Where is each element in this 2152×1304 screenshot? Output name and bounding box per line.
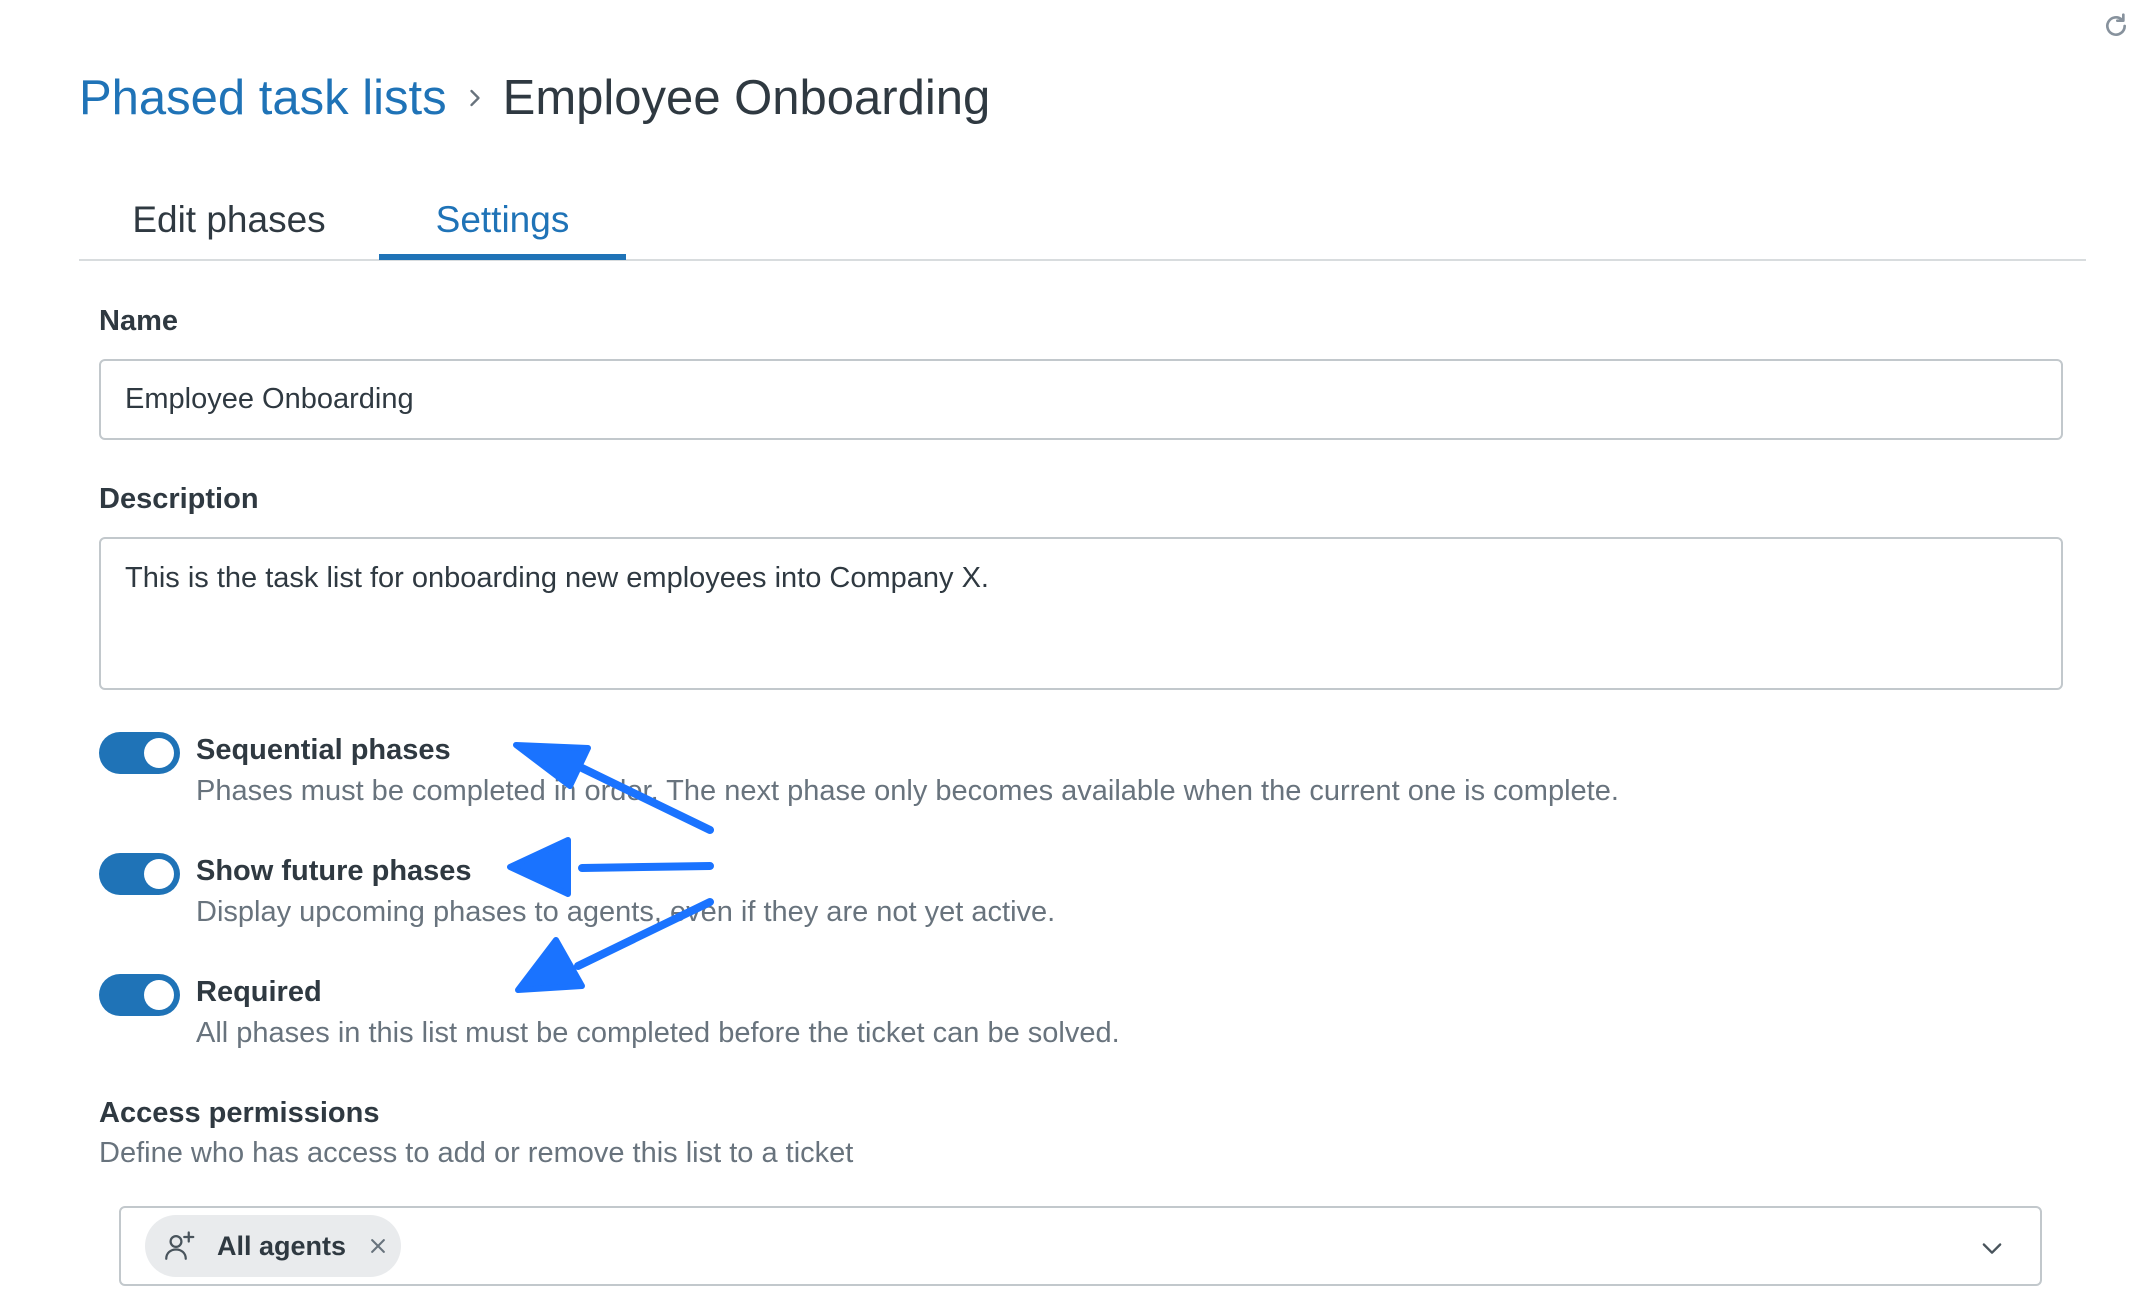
toggle-knob: [144, 980, 174, 1010]
tab-settings[interactable]: Settings: [379, 180, 626, 260]
required-toggle[interactable]: [99, 974, 180, 1016]
description-label: Description: [99, 483, 259, 515]
active-tab-indicator: [379, 254, 626, 260]
sequential-phases-description: Phases must be completed in order. The n…: [196, 775, 1619, 807]
tag-label: All agents: [217, 1230, 347, 1261]
show-future-phases-toggle[interactable]: [99, 853, 180, 895]
access-permissions-label: Access permissions: [99, 1097, 380, 1129]
access-permissions-select[interactable]: All agents: [119, 1206, 2042, 1286]
tab-edit-phases[interactable]: Edit phases: [79, 180, 379, 259]
required-description: All phases in this list must be complete…: [196, 1017, 1120, 1049]
page-title: Employee Onboarding: [502, 71, 991, 125]
chevron-right-icon: [470, 89, 480, 107]
breadcrumb: Phased task lists Employee Onboarding: [79, 66, 990, 130]
show-future-phases-title: Show future phases: [196, 855, 472, 887]
close-icon[interactable]: [368, 1236, 388, 1256]
annotation-arrow: [507, 837, 714, 897]
access-permissions-description: Define who has access to add or remove t…: [99, 1137, 854, 1169]
name-input[interactable]: [99, 359, 2063, 440]
breadcrumb-link-phased-task-lists[interactable]: Phased task lists: [79, 70, 447, 126]
toggle-knob: [144, 859, 174, 889]
refresh-icon[interactable]: [2100, 10, 2132, 42]
chevron-down-icon[interactable]: [1978, 1234, 2006, 1262]
name-label: Name: [99, 305, 178, 337]
show-future-phases-description: Display upcoming phases to agents, even …: [196, 896, 1056, 928]
tab-bar: Edit phases Settings: [79, 180, 2086, 261]
toggle-knob: [144, 738, 174, 768]
user-plus-icon: [165, 1231, 195, 1260]
selected-tag-all-agents: All agents: [145, 1215, 401, 1277]
description-textarea[interactable]: This is the task list for onboarding new…: [99, 537, 2063, 690]
sequential-phases-toggle[interactable]: [99, 732, 180, 774]
sequential-phases-title: Sequential phases: [196, 734, 451, 766]
tab-settings-label: Settings: [435, 199, 570, 240]
required-title: Required: [196, 976, 322, 1008]
